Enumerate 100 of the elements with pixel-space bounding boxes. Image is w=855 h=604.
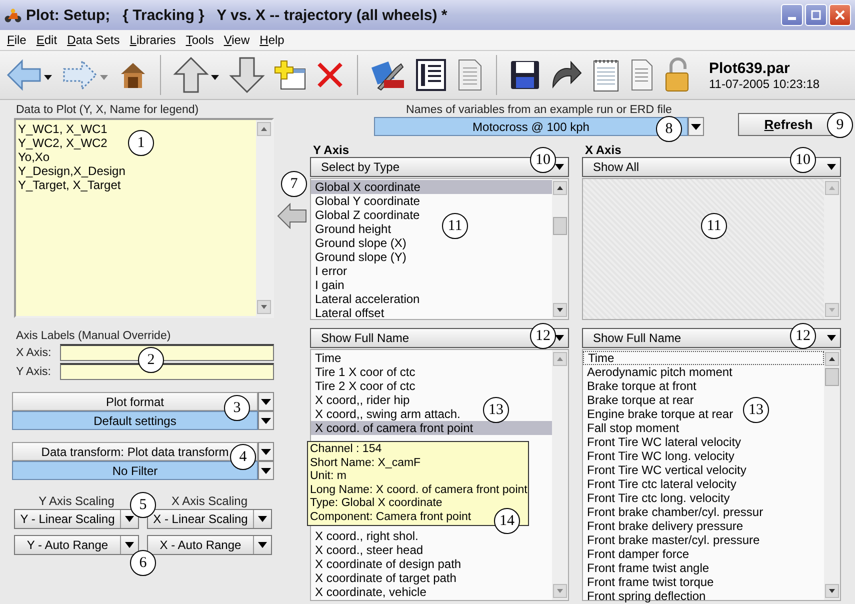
data-to-plot-label: Data to Plot (Y, X, Name for legend) <box>16 104 200 116</box>
scroll-up-button[interactable] <box>825 352 839 366</box>
caret-icon <box>691 124 701 130</box>
scroll-thumb[interactable] <box>553 217 567 235</box>
type-item[interactable]: Ground height <box>311 222 396 236</box>
variable-item[interactable]: Front damper force <box>583 547 694 561</box>
variable-item[interactable]: Brake torque at front <box>583 379 700 393</box>
type-item[interactable]: I error <box>311 264 352 278</box>
dropdown-button[interactable] <box>258 442 274 461</box>
variable-item[interactable]: Front Tire ctc long. velocity <box>583 491 734 505</box>
axis-label-field[interactable] <box>60 363 274 380</box>
type-item[interactable]: Lateral acceleration <box>311 292 424 306</box>
add-to-plot-button[interactable] <box>277 203 307 229</box>
caret-icon[interactable] <box>125 542 134 548</box>
variable-item[interactable]: X coord., right shol. <box>311 529 422 543</box>
variable-item[interactable]: Engine brake torque at rear <box>583 407 738 421</box>
minimize-button[interactable] <box>781 4 803 26</box>
scroll-up-button[interactable] <box>257 122 271 136</box>
close-icon <box>835 10 845 20</box>
variable-item[interactable]: Fall stop moment <box>583 421 684 435</box>
menu-item[interactable]: View <box>218 33 255 47</box>
type-item[interactable]: Global X coordinate <box>311 180 552 194</box>
dropdown-button[interactable] <box>258 461 274 480</box>
callout-number: 9 <box>827 112 853 138</box>
variable-item[interactable]: Front brake delivery pressure <box>583 519 748 533</box>
scroll-down-button[interactable] <box>257 300 271 314</box>
caret-icon <box>261 398 271 404</box>
variable-item[interactable]: X coord., steer head <box>311 543 428 557</box>
caret-icon[interactable] <box>258 516 267 522</box>
type-item[interactable]: Ground slope (Y) <box>311 250 410 264</box>
variable-item[interactable]: X coordinate of design path <box>311 557 466 571</box>
padlock-icon[interactable] <box>663 57 691 93</box>
type-item[interactable]: Ground slope (X) <box>311 236 410 250</box>
variable-item[interactable]: Tire 2 X coor of ctc <box>311 379 420 393</box>
down-arrow-icon[interactable] <box>229 56 265 94</box>
variable-item[interactable]: Front Tire WC lateral velocity <box>583 435 746 449</box>
menu-item[interactable]: Data Sets <box>62 33 125 47</box>
caret-icon[interactable] <box>258 542 267 548</box>
axis-label: Y Axis: <box>15 366 52 378</box>
close-button[interactable] <box>829 4 851 26</box>
tooltip-line: Type: Global X coordinate <box>310 497 442 510</box>
variable-item[interactable]: Front brake master/cyl. pressure <box>583 533 764 547</box>
variable-item[interactable]: Front Tire WC vertical velocity <box>583 463 750 477</box>
menu-item[interactable]: Help <box>254 33 290 47</box>
type-item[interactable]: Global Z coordinate <box>311 208 424 222</box>
form-icon[interactable] <box>414 58 448 92</box>
up-arrow-icon[interactable] <box>173 56 221 94</box>
menu-item[interactable]: Libraries <box>124 33 181 47</box>
callout-number: 10 <box>790 147 816 173</box>
caret-icon[interactable] <box>125 516 134 522</box>
variable-item[interactable]: X coord. of camera front point <box>311 421 552 435</box>
callout-number: 12 <box>530 323 556 349</box>
scroll-down-button[interactable] <box>825 584 839 598</box>
caret-icon <box>555 335 564 341</box>
scaling-header: Y Axis Scaling <box>38 494 116 508</box>
scroll-down-button[interactable] <box>553 303 567 317</box>
document-icon[interactable] <box>629 58 655 92</box>
type-item[interactable]: Global Y coordinate <box>311 194 424 208</box>
document-icon[interactable] <box>456 58 484 92</box>
minimize-icon <box>788 17 796 20</box>
variable-item[interactable]: Tire 1 X coor of ctc <box>311 365 420 379</box>
callout-number: 12 <box>790 323 816 349</box>
variable-item[interactable]: Front brake chamber/cyl. pressur <box>583 505 768 519</box>
variable-item[interactable]: Time <box>311 351 346 365</box>
variable-item[interactable]: X coordinate of target path <box>311 571 460 585</box>
scroll-up-button[interactable] <box>553 181 567 195</box>
variable-item[interactable]: Time <box>583 351 824 365</box>
plot-format-value-dropdown[interactable]: Default settings <box>12 411 258 430</box>
variable-item[interactable]: Front frame twist torque <box>583 575 718 589</box>
type-item[interactable]: I gain <box>311 278 348 292</box>
back-button[interactable] <box>6 58 54 92</box>
variable-item[interactable]: Front spring deflection <box>583 589 710 603</box>
variable-item[interactable]: X coord,, swing arm attach. <box>311 407 464 421</box>
save-icon[interactable] <box>509 59 541 91</box>
caret-icon <box>261 418 271 424</box>
variable-item[interactable]: X coordinate, vehicle <box>311 585 430 599</box>
filter-dropdown[interactable]: No Filter <box>12 461 258 480</box>
dropdown-button[interactable] <box>688 117 704 136</box>
variable-item[interactable]: Front Tire ctc lateral velocity <box>583 477 740 491</box>
example-run-label: Names of variables from an example run or ERD file <box>406 104 672 116</box>
y-axis-title: Y Axis <box>313 144 350 157</box>
dropdown-button[interactable] <box>258 392 274 411</box>
type-item[interactable]: Lateral offset <box>311 306 388 320</box>
maximize-button[interactable] <box>805 4 827 26</box>
delete-icon[interactable] <box>315 60 345 90</box>
variable-item[interactable]: Aerodynamic pitch moment <box>583 365 736 379</box>
menu-item[interactable]: File <box>2 33 32 47</box>
variable-item[interactable]: X coord,, rider hip <box>311 393 414 407</box>
scroll-thumb[interactable] <box>825 368 839 386</box>
file-date: 11-07-2005 10:23:18 <box>709 76 820 90</box>
notepad-icon[interactable] <box>591 58 621 92</box>
callout-number: 10 <box>530 147 556 173</box>
add-window-icon[interactable] <box>273 59 307 91</box>
dropdown-button[interactable] <box>258 411 274 430</box>
variable-item[interactable]: Front frame twist angle <box>583 561 714 575</box>
variable-item[interactable]: Front Tire WC long. velocity <box>583 449 738 463</box>
data-line: Y_Target, X_Target <box>18 178 121 192</box>
variable-item[interactable]: Brake torque at rear <box>583 393 698 407</box>
menu-item[interactable]: Edit <box>31 33 62 47</box>
menu-item[interactable]: Tools <box>180 33 219 47</box>
